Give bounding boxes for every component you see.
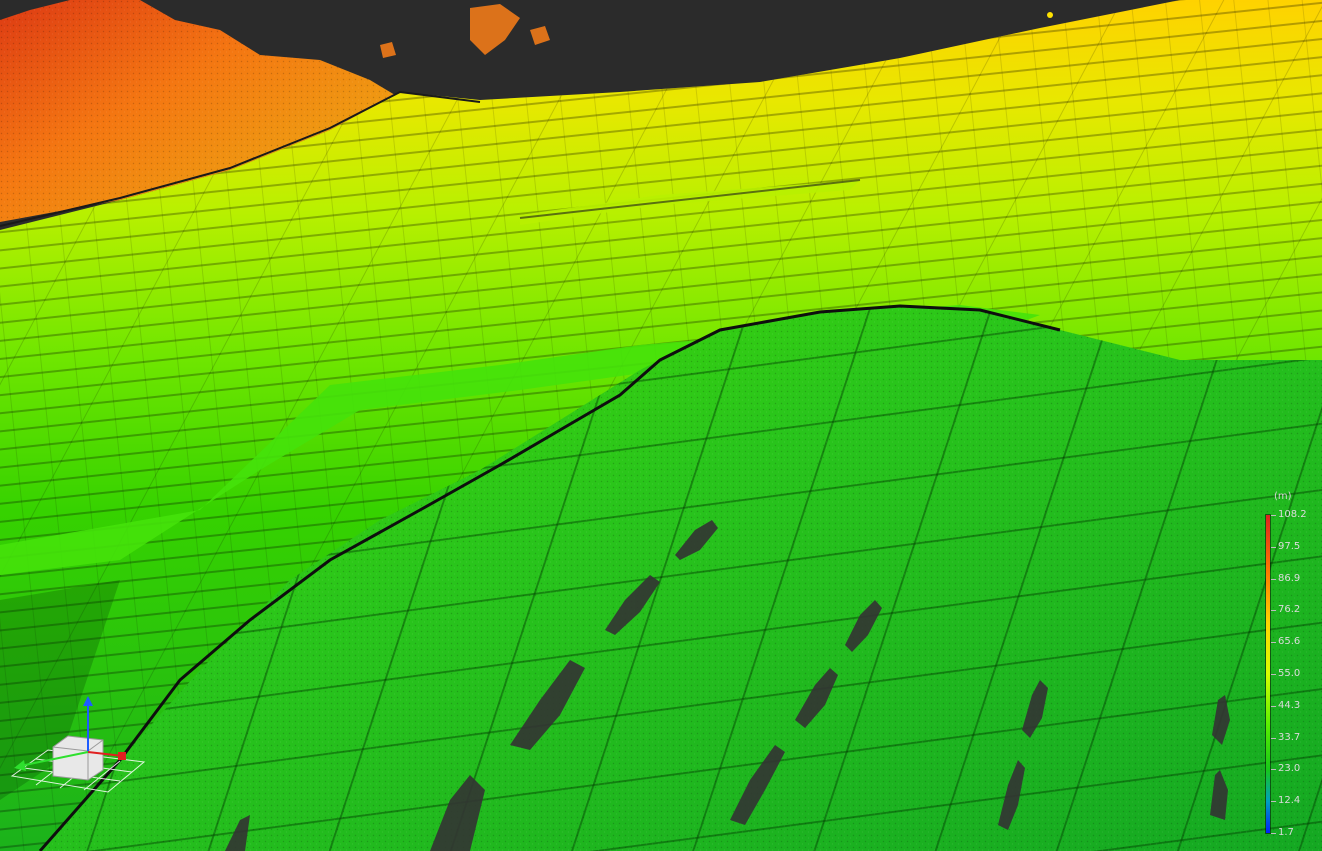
- legend-tick-mark: [1271, 546, 1276, 548]
- legend-tick-mark: [1271, 610, 1276, 612]
- legend-tick-mark: [1271, 578, 1276, 580]
- legend-tick-mark: [1271, 737, 1276, 739]
- legend-tick-mark: [1271, 705, 1276, 707]
- legend-tick-label: 97.5: [1278, 540, 1301, 552]
- legend-tick-label: 23.0: [1278, 763, 1301, 775]
- axis-orientation-icon: [10, 696, 146, 793]
- legend-color-bar: [1266, 515, 1270, 833]
- legend-tick-label: 1.7: [1278, 827, 1294, 838]
- elevation-color-legend: (m) 108.2 97.5 86.9 76.2 65.6 55.0 44.3 33.7 23.…: [1238, 488, 1322, 848]
- legend-tick-label: 65.6: [1278, 636, 1301, 648]
- legend-tick-mark: [1271, 515, 1276, 516]
- legend-tick-mark: [1271, 642, 1276, 644]
- legend-tick-label: 44.3: [1278, 699, 1301, 711]
- axis-orientation-gizmo[interactable]: [8, 692, 148, 802]
- legend-tick-label: 108.2: [1278, 509, 1307, 520]
- legend-tick-mark: [1271, 769, 1276, 771]
- legend-tick-label: 55.0: [1278, 668, 1301, 679]
- legend-tick-mark: [1271, 674, 1276, 675]
- legend-tick-mark: [1271, 801, 1276, 803]
- legend-tick-mark: [1271, 833, 1276, 834]
- legend-unit: (m): [1274, 491, 1292, 502]
- legend-tick-label: 12.4: [1278, 795, 1301, 807]
- legend-tick-label: 33.7: [1278, 731, 1301, 743]
- legend-tick-label: 86.9: [1278, 572, 1301, 584]
- point-cloud-scene[interactable]: [0, 0, 1322, 851]
- legend-tick-label: 76.2: [1278, 604, 1301, 616]
- point-cloud-viewport[interactable]: (m) 108.2 97.5 86.9 76.2 65.6 55.0 44.3 33.7 23.…: [0, 0, 1322, 851]
